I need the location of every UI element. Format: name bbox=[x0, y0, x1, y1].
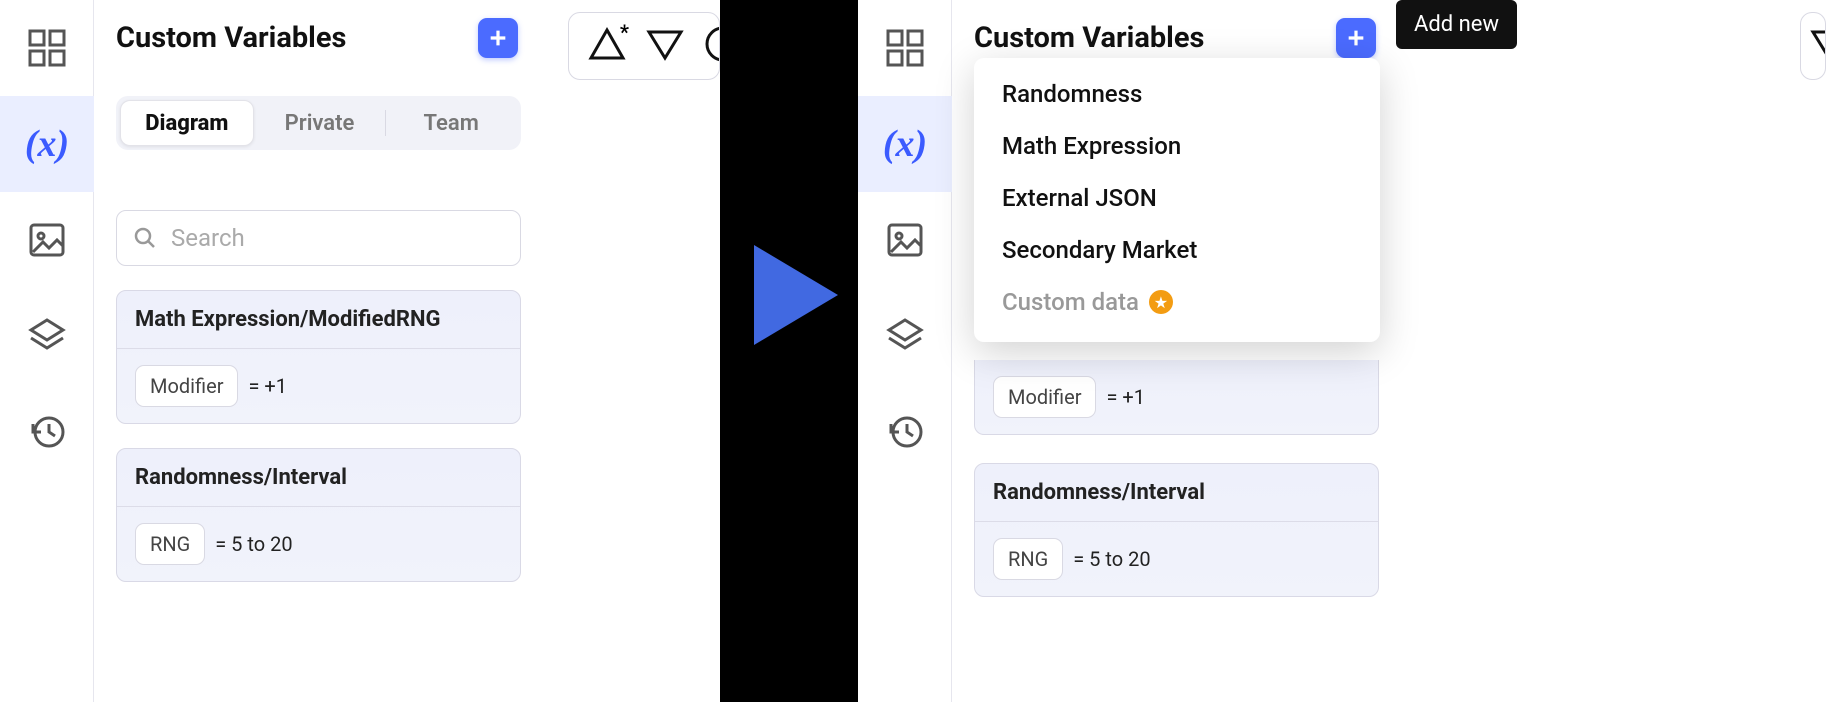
variables-panel: Custom Variables Diagram Private Team Se… bbox=[94, 0, 538, 702]
plus-icon bbox=[487, 27, 509, 49]
state-before: (x) Custom Variables Diagram Private bbox=[0, 0, 720, 702]
triangle-down-icon bbox=[1809, 24, 1826, 64]
image-icon bbox=[27, 220, 67, 260]
scope-tabs: Diagram Private Team bbox=[116, 96, 521, 150]
search-icon bbox=[133, 226, 157, 250]
variable-value: = +1 bbox=[248, 374, 287, 398]
layers-icon bbox=[27, 316, 67, 356]
variable-value: = +1 bbox=[1106, 385, 1145, 409]
variable-card-mathexpr[interactable]: Math Expression/ModifiedRNG Modifier = +… bbox=[116, 290, 521, 424]
dropdown-item-secondary[interactable]: Secondary Market bbox=[974, 224, 1380, 276]
variables-icon: (x) bbox=[25, 122, 69, 166]
panel-header: Custom Variables bbox=[116, 18, 528, 58]
sidebar-item-dashboard[interactable] bbox=[0, 0, 94, 96]
variable-card-mathexpr[interactable]: Math Expression/ModifiedRNG Modifier = +… bbox=[974, 360, 1379, 435]
shape-triangle-star[interactable]: * bbox=[587, 24, 627, 68]
add-new-tooltip: Add new bbox=[1396, 0, 1517, 49]
layers-icon bbox=[885, 316, 925, 356]
variable-card-body: Modifier = +1 bbox=[975, 360, 1378, 434]
history-icon bbox=[885, 412, 925, 452]
triangle-down-icon bbox=[645, 24, 685, 64]
variable-value: = 5 to 20 bbox=[215, 532, 292, 556]
sidebar-item-images[interactable] bbox=[0, 192, 94, 288]
variable-chip[interactable]: RNG bbox=[993, 538, 1063, 580]
premium-star-icon: ★ bbox=[1149, 290, 1173, 314]
search-placeholder: Search bbox=[171, 224, 245, 252]
transition-divider bbox=[720, 0, 858, 702]
variable-value: = 5 to 20 bbox=[1073, 547, 1150, 571]
circle-icon bbox=[703, 24, 720, 64]
tab-private[interactable]: Private bbox=[254, 100, 386, 146]
sidebar-item-layers[interactable] bbox=[858, 288, 952, 384]
add-variable-button[interactable] bbox=[1336, 18, 1376, 58]
dashboard-icon bbox=[27, 28, 67, 68]
sidebar-rail: (x) bbox=[858, 0, 952, 702]
asterisk-icon: * bbox=[620, 20, 629, 44]
variable-card-body: Modifier = +1 bbox=[117, 349, 520, 423]
sidebar-item-images[interactable] bbox=[858, 192, 952, 288]
sidebar-rail: (x) bbox=[0, 0, 94, 702]
variable-card-body: RNG = 5 to 20 bbox=[975, 522, 1378, 596]
plus-icon bbox=[1345, 27, 1367, 49]
shapes-toolbar[interactable] bbox=[1800, 12, 1826, 80]
variable-chip[interactable]: Modifier bbox=[135, 365, 238, 407]
dropdown-item-mathexpr[interactable]: Math Expression bbox=[974, 120, 1380, 172]
variable-chip[interactable]: RNG bbox=[135, 523, 205, 565]
variable-card-title: Math Expression/ModifiedRNG bbox=[117, 291, 520, 349]
sidebar-item-variables[interactable]: (x) bbox=[0, 96, 94, 192]
tab-diagram[interactable]: Diagram bbox=[120, 100, 254, 146]
variable-chip[interactable]: Modifier bbox=[993, 376, 1096, 418]
panel-header: Custom Variables bbox=[974, 18, 1386, 58]
search-input[interactable]: Search bbox=[116, 210, 521, 266]
sidebar-item-variables[interactable]: (x) bbox=[858, 96, 952, 192]
shape-circle[interactable] bbox=[703, 24, 720, 68]
history-icon bbox=[27, 412, 67, 452]
sidebar-item-history[interactable] bbox=[0, 384, 94, 480]
dropdown-item-label: Custom data bbox=[1002, 288, 1139, 316]
state-after: (x) Custom Variables Math Expression/Mo bbox=[858, 0, 1826, 702]
image-icon bbox=[885, 220, 925, 260]
variable-card-body: RNG = 5 to 20 bbox=[117, 507, 520, 581]
add-variable-button[interactable] bbox=[478, 18, 518, 58]
add-variable-dropdown: Randomness Math Expression External JSON… bbox=[974, 58, 1380, 342]
variable-card-interval[interactable]: Randomness/Interval RNG = 5 to 20 bbox=[116, 448, 521, 582]
panel-title: Custom Variables bbox=[974, 21, 1204, 55]
variables-icon: (x) bbox=[883, 122, 927, 166]
sidebar-item-history[interactable] bbox=[858, 384, 952, 480]
shapes-toolbar[interactable]: * bbox=[568, 12, 720, 80]
shape-triangle-down[interactable] bbox=[645, 24, 685, 68]
variable-card-title: Randomness/Interval bbox=[975, 464, 1378, 522]
variable-card-title: Randomness/Interval bbox=[117, 449, 520, 507]
sidebar-item-dashboard[interactable] bbox=[858, 0, 952, 96]
variable-card-interval[interactable]: Randomness/Interval RNG = 5 to 20 bbox=[974, 463, 1379, 597]
play-arrow-icon bbox=[754, 245, 838, 345]
shape-triangle-down[interactable] bbox=[1809, 24, 1826, 68]
panel-title: Custom Variables bbox=[116, 21, 346, 55]
dropdown-item-custom[interactable]: Custom data ★ bbox=[974, 276, 1380, 328]
dropdown-item-randomness[interactable]: Randomness bbox=[974, 68, 1380, 120]
sidebar-item-layers[interactable] bbox=[0, 288, 94, 384]
dropdown-item-extjson[interactable]: External JSON bbox=[974, 172, 1380, 224]
dashboard-icon bbox=[885, 28, 925, 68]
tab-team[interactable]: Team bbox=[385, 100, 517, 146]
